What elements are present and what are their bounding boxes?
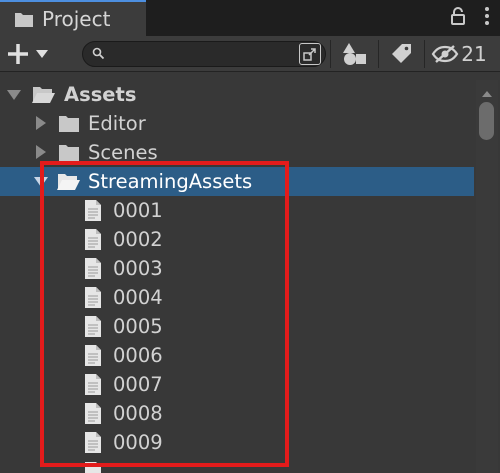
plus-icon <box>6 42 30 66</box>
filter-by-label-button[interactable] <box>382 40 422 68</box>
expand-arrow-icon[interactable] <box>7 88 21 102</box>
folder-open-icon <box>32 85 56 108</box>
shapes-icon <box>343 42 367 66</box>
folder-icon <box>58 114 80 137</box>
tree-item-assets[interactable]: Assets <box>0 80 474 109</box>
scrollbar-thumb[interactable] <box>479 102 494 140</box>
collapsed-arrow-icon[interactable] <box>34 145 48 159</box>
tree-item-editor[interactable]: Editor <box>0 109 474 138</box>
vertical-scrollbar[interactable] <box>476 80 498 473</box>
filter-by-type-button[interactable] <box>334 40 376 68</box>
search-by-type-icon[interactable] <box>299 43 321 65</box>
search-input[interactable] <box>113 44 297 66</box>
highlight-annotation-box <box>40 161 289 467</box>
project-tab[interactable]: Project <box>0 0 146 36</box>
window-tab-bar: Project <box>0 0 500 36</box>
project-toolbar: 21 <box>0 36 500 72</box>
toolbar-separator <box>424 40 425 68</box>
hidden-packages-toggle[interactable]: 21 <box>428 40 490 68</box>
scroll-up-arrow-icon[interactable] <box>482 82 492 101</box>
create-dropdown-button[interactable] <box>6 40 64 68</box>
tag-icon <box>391 43 413 65</box>
folder-icon <box>14 11 34 28</box>
tree-item-label: Editor <box>88 112 146 135</box>
lock-icon[interactable] <box>450 6 466 26</box>
tab-title: Project <box>42 7 111 31</box>
hidden-packages-count: 21 <box>461 42 487 66</box>
toolbar-separator <box>330 40 331 68</box>
chevron-down-icon <box>36 50 48 58</box>
kebab-menu-icon[interactable] <box>484 6 490 26</box>
eye-slash-icon <box>431 44 459 64</box>
search-icon <box>92 47 105 60</box>
toolbar-separator <box>378 40 379 68</box>
tree-item-label: Assets <box>64 83 137 106</box>
search-field[interactable] <box>82 41 326 67</box>
collapsed-arrow-icon[interactable] <box>34 116 48 130</box>
